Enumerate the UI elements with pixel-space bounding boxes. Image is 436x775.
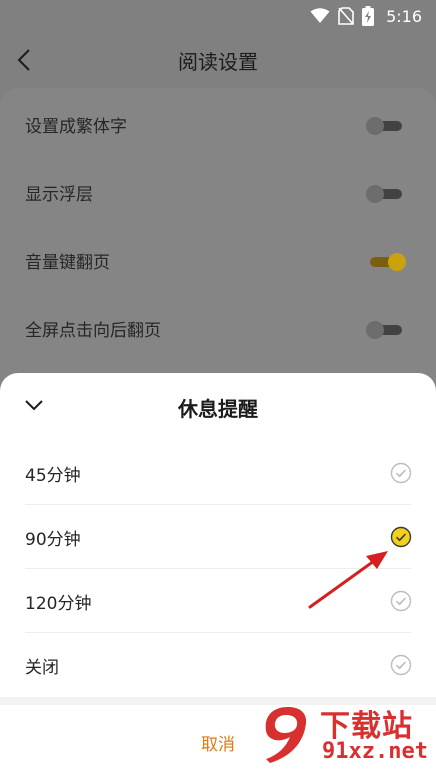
setting-label: 音量键翻页 — [25, 253, 110, 273]
option-label: 90分钟 — [25, 530, 81, 550]
setting-row-fullscreen-tap[interactable]: 全屏点击向后翻页 — [0, 294, 436, 362]
setting-label: 全屏点击向后翻页 — [25, 321, 161, 341]
toggle-switch[interactable] — [366, 185, 406, 203]
page-title: 阅读设置 — [178, 50, 258, 74]
setting-row-volume-key-page[interactable]: 音量键翻页 — [0, 226, 436, 294]
sheet-title: 休息提醒 — [178, 397, 258, 421]
check-circle-icon — [390, 654, 412, 676]
wifi-icon — [310, 8, 330, 23]
option-label: 关闭 — [25, 658, 59, 678]
toggle-switch[interactable] — [366, 321, 406, 339]
sheet-header: 休息提醒 — [0, 373, 436, 439]
option-off[interactable]: 关闭 — [0, 633, 436, 697]
status-bar: 5:16 — [0, 0, 436, 32]
battery-charging-icon — [362, 6, 375, 26]
toggle-switch[interactable] — [366, 117, 406, 135]
watermark-logo-icon — [265, 707, 307, 763]
watermark-site: 91xz.net — [322, 739, 428, 764]
option-45-min[interactable]: 45分钟 — [0, 441, 436, 505]
option-label: 120分钟 — [25, 594, 92, 614]
toggle-switch[interactable] — [366, 253, 406, 271]
annotation-arrow-icon — [308, 551, 388, 609]
status-time: 5:16 — [386, 6, 422, 26]
check-circle-icon — [390, 462, 412, 484]
header: 阅读设置 — [0, 32, 436, 88]
no-sim-icon — [338, 7, 354, 25]
site-watermark: 下载站 91xz.net — [260, 699, 432, 769]
setting-row-show-overlay[interactable]: 显示浮层 — [0, 158, 436, 226]
setting-label: 显示浮层 — [25, 185, 93, 205]
setting-row-traditional-chinese[interactable]: 设置成繁体字 — [0, 90, 436, 158]
option-label: 45分钟 — [25, 466, 81, 486]
setting-label: 设置成繁体字 — [25, 117, 127, 137]
